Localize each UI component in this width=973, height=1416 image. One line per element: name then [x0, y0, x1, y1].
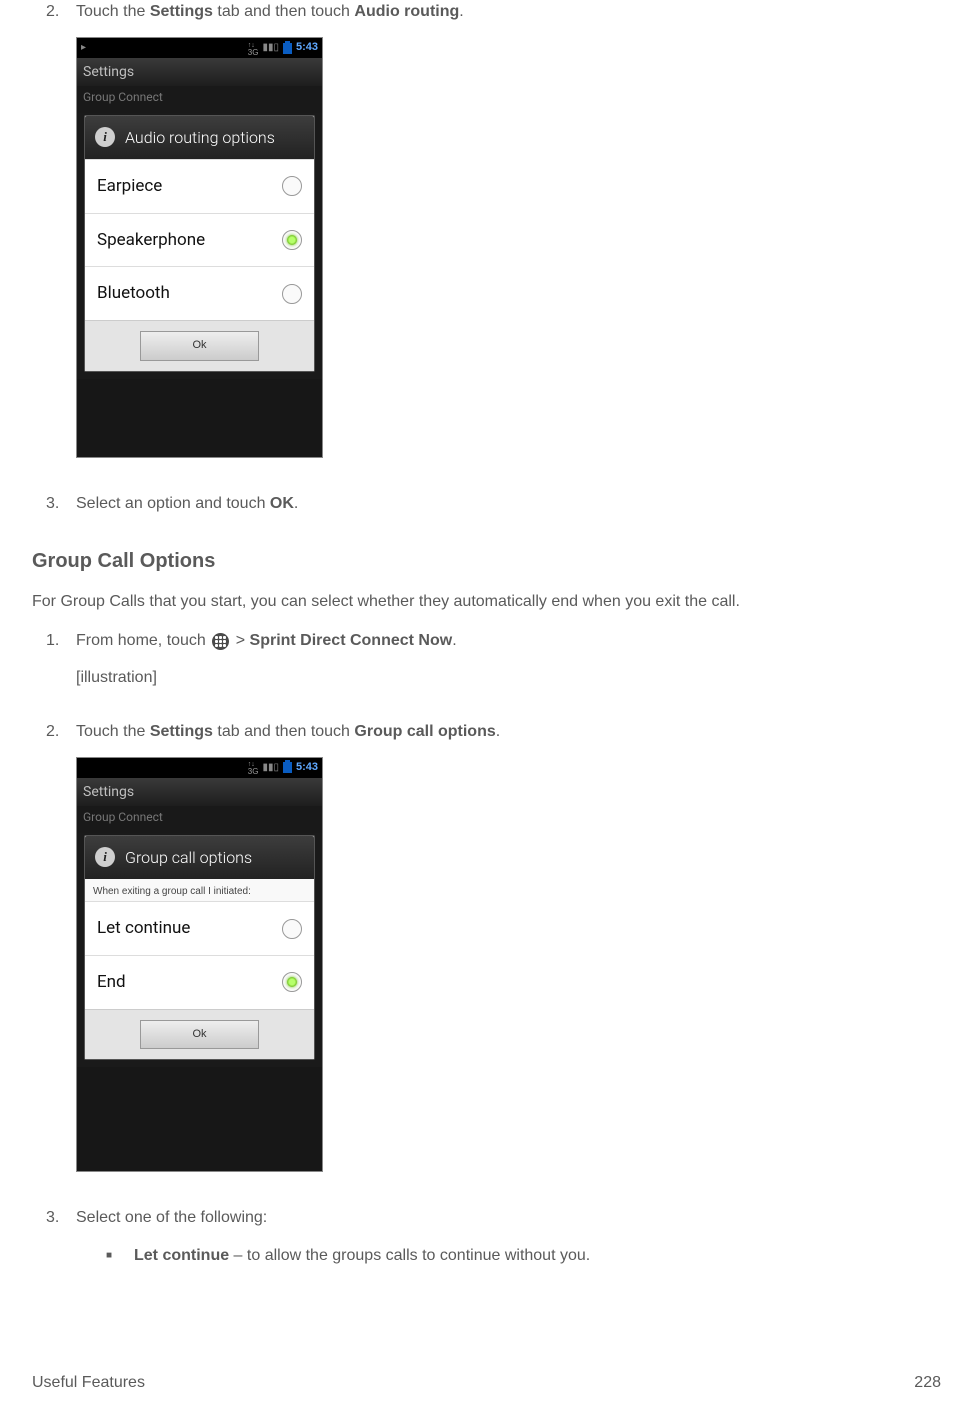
- status-bar: ↑↓3G ▮▮▯ 5:43: [77, 758, 322, 778]
- status-bar: ▸ ↑↓3G ▮▮▯ 5:43: [77, 38, 322, 58]
- list-step-2-group: 2. Touch the Settings tab and then touch…: [46, 720, 941, 1191]
- radio-checked-icon[interactable]: [282, 230, 302, 250]
- list-step-1-group: 1. From home, touch > Sprint Direct Conn…: [46, 629, 941, 703]
- dialog-header: i Group call options: [85, 836, 314, 879]
- step-number: 3.: [46, 1206, 76, 1266]
- bullet-icon: ■: [106, 1244, 134, 1267]
- step-text: From home, touch > Sprint Direct Connect…: [76, 629, 941, 652]
- screen-blank-area: [77, 379, 322, 457]
- clock: 5:43: [296, 40, 318, 56]
- screen-subtitle: Group Connect: [77, 806, 322, 832]
- battery-icon: [283, 762, 292, 773]
- footer-page-number: 228: [914, 1371, 941, 1394]
- bullet-let-continue: ■ Let continue – to allow the groups cal…: [106, 1244, 941, 1267]
- screen-subtitle: Group Connect: [77, 86, 322, 112]
- list-step-3-group: 3. Select one of the following: ■ Let co…: [46, 1206, 941, 1266]
- list-step-2-audio: 2. Touch the Settings tab and then touch…: [46, 0, 941, 476]
- network-icon: ↑↓3G: [248, 760, 259, 775]
- info-icon: i: [95, 127, 115, 147]
- group-call-options-label: Group call options: [354, 723, 495, 740]
- ok-button[interactable]: Ok: [140, 331, 259, 361]
- settings-label: Settings: [150, 723, 213, 740]
- sprint-direct-connect-label: Sprint Direct Connect Now: [250, 632, 453, 649]
- step-text: Select one of the following:: [76, 1206, 941, 1229]
- apps-icon: [212, 633, 229, 650]
- option-let-continue[interactable]: Let continue: [85, 901, 314, 955]
- dialog-note: When exiting a group call I initiated:: [85, 879, 314, 902]
- dialog-title: Group call options: [125, 846, 252, 869]
- signal-icon: ▮▮▯: [262, 41, 279, 56]
- step-text: Touch the Settings tab and then touch Au…: [76, 0, 941, 23]
- radio-unchecked-icon[interactable]: [282, 919, 302, 939]
- option-end[interactable]: End: [85, 955, 314, 1009]
- footer-section: Useful Features: [32, 1371, 145, 1394]
- screenshot-group-call-options: ↑↓3G ▮▮▯ 5:43 Settings Group Connect i G…: [76, 757, 323, 1173]
- network-icon: ↑↓3G: [248, 41, 259, 56]
- step-number: 2.: [46, 0, 76, 476]
- screen-title: Settings: [77, 778, 322, 806]
- screenshot-audio-routing: ▸ ↑↓3G ▮▮▯ 5:43 Settings Group Connect i…: [76, 37, 323, 458]
- section-paragraph: For Group Calls that you start, you can …: [32, 590, 941, 613]
- signal-icon: ▮▮▯: [262, 761, 279, 776]
- list-step-3-audio: 3. Select an option and touch OK.: [46, 492, 941, 529]
- info-icon: i: [95, 847, 115, 867]
- step-number: 3.: [46, 492, 76, 529]
- audio-routing-label: Audio routing: [354, 3, 459, 20]
- ok-button[interactable]: Ok: [140, 1020, 259, 1050]
- dialog-button-bar: Ok: [85, 320, 314, 371]
- option-speakerphone[interactable]: Speakerphone: [85, 213, 314, 267]
- dialog-button-bar: Ok: [85, 1009, 314, 1060]
- step-number: 2.: [46, 720, 76, 1191]
- camera-icon: ▸: [81, 41, 86, 56]
- settings-label: Settings: [150, 3, 213, 20]
- radio-unchecked-icon[interactable]: [282, 284, 302, 304]
- battery-icon: [283, 43, 292, 54]
- step-text: Touch the Settings tab and then touch Gr…: [76, 720, 941, 743]
- step-number: 1.: [46, 629, 76, 703]
- clock: 5:43: [296, 760, 318, 776]
- screen-blank-area: [77, 1067, 322, 1171]
- let-continue-label: Let continue: [134, 1247, 229, 1264]
- ok-label: OK: [270, 495, 294, 512]
- option-bluetooth[interactable]: Bluetooth: [85, 266, 314, 320]
- radio-unchecked-icon[interactable]: [282, 176, 302, 196]
- page-footer: Useful Features 228: [32, 1371, 941, 1394]
- screen-title: Settings: [77, 58, 322, 86]
- dialog-audio-routing: i Audio routing options Earpiece Speaker…: [84, 115, 315, 372]
- radio-checked-icon[interactable]: [282, 972, 302, 992]
- step-text: Select an option and touch OK.: [76, 492, 941, 515]
- dialog-header: i Audio routing options: [85, 116, 314, 159]
- dialog-group-call: i Group call options When exiting a grou…: [84, 835, 315, 1061]
- option-earpiece[interactable]: Earpiece: [85, 159, 314, 213]
- illustration-placeholder: [illustration]: [76, 666, 941, 689]
- section-heading: Group Call Options: [32, 547, 941, 576]
- dialog-title: Audio routing options: [125, 126, 275, 149]
